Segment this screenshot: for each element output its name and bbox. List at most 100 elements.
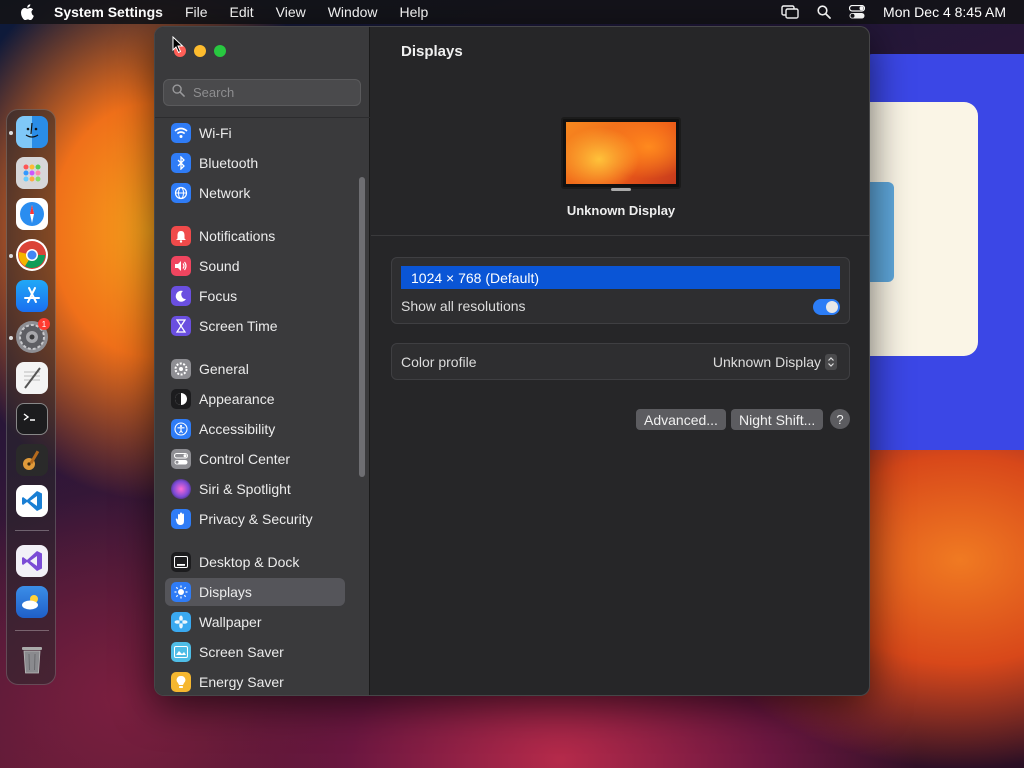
- safari-icon[interactable]: [16, 198, 48, 230]
- sidebar-item-screen-time[interactable]: Screen Time: [165, 312, 345, 340]
- sidebar-item-label: Accessibility: [199, 421, 276, 437]
- sidebar-item-privacy-security[interactable]: Privacy & Security: [165, 505, 345, 533]
- show-all-resolutions-toggle[interactable]: [813, 299, 840, 315]
- privacy-hand-icon: [171, 509, 191, 529]
- background-app-window[interactable]: [866, 54, 1024, 450]
- chevron-up-down-icon: [825, 354, 837, 370]
- night-shift-button[interactable]: Night Shift...: [731, 409, 824, 430]
- menu-edit[interactable]: Edit: [230, 4, 254, 20]
- sidebar-item-label: Screen Time: [199, 318, 278, 334]
- folder-icon: [866, 182, 894, 282]
- sidebar-item-sound[interactable]: Sound: [165, 252, 345, 280]
- weather-icon[interactable]: [16, 586, 48, 618]
- running-indicator: [9, 254, 13, 258]
- control-center-icon[interactable]: [849, 5, 866, 19]
- app-store-icon[interactable]: [16, 280, 48, 312]
- visual-studio-icon[interactable]: [16, 545, 48, 577]
- sidebar-item-wallpaper[interactable]: Wallpaper: [165, 608, 345, 636]
- wifi-icon: [171, 123, 191, 143]
- system-settings-window: Wi-Fi Bluetooth Network Notifications So…: [154, 26, 870, 696]
- menu-bar-clock[interactable]: Mon Dec 4 8:45 AM: [883, 4, 1006, 20]
- display-name-label: Unknown Display: [566, 203, 676, 218]
- sidebar-item-appearance[interactable]: Appearance: [165, 385, 345, 413]
- sidebar-item-label: Appearance: [199, 391, 275, 407]
- launchpad-icon[interactable]: [16, 157, 48, 189]
- display-thumbnail[interactable]: [561, 117, 681, 189]
- sidebar-item-screen-saver[interactable]: Screen Saver: [165, 638, 345, 666]
- sidebar-scrollbar[interactable]: [359, 177, 365, 477]
- sidebar-item-label: Desktop & Dock: [199, 554, 300, 570]
- textedit-icon[interactable]: [16, 362, 48, 394]
- accessibility-icon: [171, 419, 191, 439]
- sidebar-item-accessibility[interactable]: Accessibility: [165, 415, 345, 443]
- sidebar-item-focus[interactable]: Focus: [165, 282, 345, 310]
- sidebar-item-label: Control Center: [199, 451, 291, 467]
- garageband-icon[interactable]: [16, 444, 48, 476]
- desktop-dock-icon: [171, 552, 191, 572]
- spotlight-search-icon[interactable]: [817, 5, 831, 19]
- terminal-icon[interactable]: [16, 403, 48, 435]
- minimize-button[interactable]: [194, 45, 206, 57]
- sidebar-item-wifi[interactable]: Wi-Fi: [165, 119, 345, 147]
- dock: 1: [6, 109, 56, 685]
- sound-icon: [171, 256, 191, 276]
- color-profile-popup[interactable]: Unknown Display: [713, 354, 837, 370]
- siri-icon: [171, 479, 191, 499]
- help-button[interactable]: ?: [830, 409, 850, 429]
- menu-view[interactable]: View: [276, 4, 306, 20]
- sidebar-item-label: Wallpaper: [199, 614, 262, 630]
- chrome-icon[interactable]: [16, 239, 48, 271]
- sidebar-item-siri-spotlight[interactable]: Siri & Spotlight: [165, 475, 345, 503]
- sidebar-item-network[interactable]: Network: [165, 179, 345, 207]
- displays-pane: Displays Unknown Display 1024 × 768 (Def…: [371, 27, 869, 695]
- sidebar-item-label: Displays: [199, 584, 252, 600]
- running-indicator: [9, 131, 13, 135]
- search-input[interactable]: [193, 85, 353, 100]
- menu-help[interactable]: Help: [400, 4, 429, 20]
- sidebar-item-label: Bluetooth: [199, 155, 259, 171]
- network-icon: [171, 183, 191, 203]
- app-name-menu[interactable]: System Settings: [54, 4, 163, 20]
- color-profile-row: Color profile Unknown Display: [391, 343, 850, 380]
- color-profile-label: Color profile: [401, 354, 477, 370]
- sidebar-item-bluetooth[interactable]: Bluetooth: [165, 149, 345, 177]
- sidebar-item-displays[interactable]: Displays: [165, 578, 345, 606]
- menu-file[interactable]: File: [185, 4, 208, 20]
- sidebar-item-energy-saver[interactable]: Energy Saver: [165, 668, 345, 695]
- sidebar-item-notifications[interactable]: Notifications: [165, 222, 345, 250]
- display-stand: [611, 188, 631, 191]
- wallpaper-flower-icon: [171, 612, 191, 632]
- display-wallpaper-preview: [566, 122, 676, 184]
- bluetooth-icon: [171, 153, 191, 173]
- advanced-button[interactable]: Advanced...: [636, 409, 726, 430]
- screen-mirroring-icon[interactable]: [781, 5, 799, 19]
- show-all-resolutions-label: Show all resolutions: [401, 298, 526, 314]
- mouse-cursor-icon: [172, 35, 184, 59]
- sidebar-item-desktop-dock[interactable]: Desktop & Dock: [165, 548, 345, 576]
- finder-icon[interactable]: [16, 116, 48, 148]
- section-divider: [371, 235, 869, 236]
- color-profile-value: Unknown Display: [712, 354, 821, 370]
- search-field[interactable]: [163, 79, 361, 106]
- sidebar-item-label: Network: [199, 185, 251, 201]
- sidebar-item-label: Sound: [199, 258, 240, 274]
- notification-badge: 1: [38, 318, 50, 330]
- toggle-knob: [826, 301, 838, 313]
- sidebar-item-label: Notifications: [199, 228, 276, 244]
- sidebar-item-general[interactable]: General: [165, 355, 345, 383]
- running-indicator: [9, 336, 13, 340]
- sidebar-item-label: General: [199, 361, 249, 377]
- trash-icon[interactable]: [16, 643, 48, 675]
- appearance-icon: [171, 389, 191, 409]
- screen-time-icon: [171, 316, 191, 336]
- screen-saver-icon: [171, 642, 191, 662]
- apple-menu-icon[interactable]: [18, 3, 36, 21]
- resolution-option-selected[interactable]: 1024 × 768 (Default): [401, 266, 840, 289]
- general-icon: [171, 359, 191, 379]
- sidebar-item-control-center[interactable]: Control Center: [165, 445, 345, 473]
- menu-window[interactable]: Window: [328, 4, 378, 20]
- sidebar-item-label: Privacy & Security: [199, 511, 313, 527]
- zoom-button[interactable]: [214, 45, 226, 57]
- control-center-icon: [171, 449, 191, 469]
- vscode-icon[interactable]: [16, 485, 48, 517]
